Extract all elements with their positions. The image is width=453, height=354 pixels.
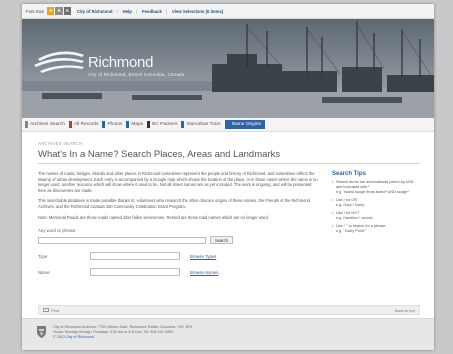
header-banner: Richmond City of Richmond, British Colum…: [22, 19, 434, 118]
tip-example: e.g. "Garry Point": [336, 229, 366, 233]
font-size-medium-button[interactable]: A: [55, 7, 63, 15]
name-input[interactable]: [90, 268, 180, 277]
intro-paragraph: The names of roads, bridges, islands and…: [38, 171, 318, 193]
search-form-area: The names of roads, bridges, islands and…: [38, 171, 318, 277]
banner-photo: [22, 19, 434, 118]
tip-example: e.g. Gary / Garry: [336, 203, 365, 207]
search-tips-panel: Search Tips Search terms are automatical…: [332, 171, 420, 276]
browse-names-link[interactable]: Browse Names: [190, 270, 218, 275]
thanks-paragraph: This searchable database is made possibl…: [38, 198, 310, 209]
city-of-richmond-link[interactable]: City of Richmond: [77, 9, 113, 14]
tip-item: Use " " to search for a phrase: [332, 224, 420, 229]
printer-icon: [43, 308, 49, 312]
print-button[interactable]: Print: [43, 308, 59, 313]
nav-item-bc-packers[interactable]: BC Packers: [147, 121, 180, 128]
brand-name: Richmond: [88, 54, 154, 71]
footer-copyright[interactable]: © 2013 City of Richmond: [53, 335, 192, 340]
browse-types-link[interactable]: Browse Types: [190, 254, 216, 259]
search-label: Any word or phrase:: [38, 228, 77, 234]
tip-item: Search terms are automatically joined by…: [332, 180, 420, 190]
back-to-top-link[interactable]: Back to top: [395, 308, 415, 313]
page-toolbar: Print Back to top: [38, 305, 420, 315]
tip-item: Use ! for NOT: [332, 211, 420, 216]
font-size-large-button[interactable]: A: [63, 7, 71, 15]
brand-logo[interactable]: Richmond City of Richmond, British Colum…: [88, 54, 184, 77]
breadcrumb[interactable]: ARCHIVES SEARCH: [38, 141, 420, 146]
brand-tagline: City of Richmond, British Columbia, Cana…: [88, 72, 185, 77]
main-content: ARCHIVES SEARCH What's In a Name? Search…: [22, 132, 434, 277]
view-selections-link[interactable]: View Selections (0 items): [172, 9, 223, 14]
search-button[interactable]: Search: [210, 236, 233, 245]
print-label: Print: [51, 307, 60, 313]
nav-item-all-records[interactable]: All Records: [68, 121, 102, 128]
search-tips-title: Search Tips: [332, 171, 366, 177]
page-title: What's In a Name? Search Places, Areas a…: [38, 149, 420, 164]
nav-item-archives-search[interactable]: Archives Search: [25, 121, 68, 128]
tip-item: Use / for OR: [332, 198, 420, 203]
nav-item-photos[interactable]: Photos: [102, 121, 125, 128]
note-paragraph: Note: Memorial Roads are those roads nam…: [38, 214, 269, 220]
nav-item-name-origins[interactable]: Name Origins: [224, 120, 265, 129]
type-label: Type:: [38, 253, 49, 259]
nav-item-interurban-tram[interactable]: Interurban Tram: [181, 121, 223, 128]
feedback-link[interactable]: Feedback: [142, 9, 162, 14]
name-label: Name:: [38, 269, 51, 275]
search-input[interactable]: [38, 236, 206, 244]
city-crest-icon: [37, 326, 46, 338]
separator: |: [116, 8, 118, 14]
font-size-label: Font Size: [26, 8, 45, 14]
help-link[interactable]: Help: [123, 9, 132, 14]
nav-item-maps[interactable]: Maps: [126, 121, 146, 128]
main-navigation: Archives Search All Records Photos Maps …: [22, 118, 434, 132]
page-footer: City of Richmond Archives: 7700 Minoru G…: [22, 318, 434, 350]
type-input[interactable]: [90, 252, 180, 261]
font-size-small-button[interactable]: A: [47, 7, 55, 15]
page-container: Font Size A A A City of Richmond | Help …: [22, 4, 434, 350]
tip-example: e.g. 'island sough finds island* AND sou…: [336, 190, 410, 194]
separator: |: [165, 8, 167, 14]
separator: |: [135, 8, 138, 14]
utility-bar: Font Size A A A City of Richmond | Help …: [22, 4, 434, 19]
tip-example: e.g. Hamilton ! school: [336, 216, 373, 220]
